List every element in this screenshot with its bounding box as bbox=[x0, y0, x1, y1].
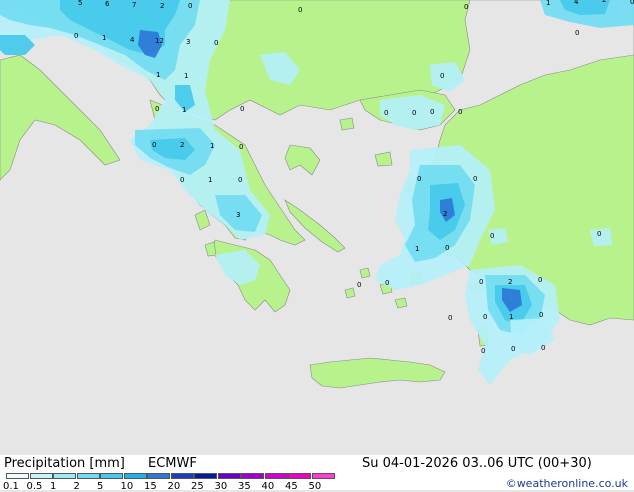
colorbar-tick-label: 35 bbox=[238, 481, 251, 492]
value-label: 0 bbox=[575, 29, 579, 37]
value-label: 0 bbox=[180, 176, 184, 184]
colorbar-tick-label: 1 bbox=[50, 481, 57, 492]
value-label: 0 bbox=[464, 3, 468, 11]
value-label: 0 bbox=[597, 230, 601, 238]
value-label: 0 bbox=[384, 109, 388, 117]
colorbar-swatch bbox=[311, 473, 335, 479]
value-label: 0 bbox=[152, 141, 156, 149]
value-label: 4 bbox=[574, 0, 579, 6]
value-label: 0 bbox=[74, 32, 78, 40]
colorbar-swatch bbox=[264, 473, 288, 479]
colorbar-swatch bbox=[53, 473, 76, 479]
precipitation-map: 5 6 7 2 0 0 0 1 4 2 0 0 1 4 12 3 0 1 1 0… bbox=[0, 0, 634, 455]
colorbar-tick-label: 15 bbox=[144, 481, 157, 492]
colorbar-swatch bbox=[217, 473, 241, 479]
value-label: 0 bbox=[445, 244, 449, 252]
colorbar-swatch bbox=[288, 473, 311, 479]
value-label: 2 bbox=[508, 278, 512, 286]
value-label: 1 bbox=[182, 106, 186, 114]
value-label: 4 bbox=[130, 36, 135, 44]
value-label: 0 bbox=[239, 143, 243, 151]
colorbar-swatch bbox=[76, 473, 100, 479]
colorbar-swatch bbox=[170, 473, 194, 479]
value-label: 0 bbox=[214, 39, 218, 47]
value-label: 0 bbox=[430, 108, 434, 116]
colorbar-tick-label: 30 bbox=[214, 481, 228, 492]
colorbar-swatch bbox=[147, 473, 170, 479]
value-label: 12 bbox=[155, 37, 164, 45]
colorbar-swatch bbox=[29, 473, 53, 479]
land-cyclades-1 bbox=[359, 267, 371, 279]
value-label: 0 bbox=[458, 108, 462, 116]
value-label: 0 bbox=[238, 176, 242, 184]
value-label: 1 bbox=[184, 72, 188, 80]
value-label: 0 bbox=[479, 278, 483, 286]
value-label: 2 bbox=[443, 210, 447, 218]
value-label: 0 bbox=[541, 344, 545, 352]
value-label: 1 bbox=[102, 34, 106, 42]
land-thasos bbox=[339, 117, 355, 131]
value-label: 0 bbox=[483, 313, 487, 321]
value-label: 0 bbox=[385, 279, 389, 287]
value-label: 6 bbox=[105, 0, 110, 8]
colorbar-tick-label: 5 bbox=[97, 481, 104, 492]
value-label: 0 bbox=[240, 105, 244, 113]
colorbar-swatch bbox=[194, 473, 217, 479]
value-label: 0 bbox=[473, 175, 477, 183]
value-label: 0 bbox=[357, 281, 361, 289]
forecast-datetime: Su 04-01-2026 03..06 UTC (00+30) bbox=[362, 456, 592, 471]
value-label: 1 bbox=[156, 71, 160, 79]
colorbar-swatch bbox=[241, 473, 264, 479]
value-label: 0 bbox=[448, 314, 452, 322]
colorbar-tick-label: 40 bbox=[261, 481, 275, 492]
value-label: 0 bbox=[298, 6, 302, 14]
value-label: 0 bbox=[440, 72, 444, 80]
value-label: 0 bbox=[155, 105, 159, 113]
value-label: 0 bbox=[412, 109, 416, 117]
value-label: 5 bbox=[78, 0, 82, 7]
value-label: 0 bbox=[481, 347, 485, 355]
colorbar-tick-label: 0.1 bbox=[3, 481, 19, 492]
colorbar-tick-label: 0.5 bbox=[26, 481, 43, 492]
credit-link[interactable]: ©weatheronline.co.uk bbox=[506, 477, 628, 490]
colorbar-tick-label: 25 bbox=[191, 481, 204, 492]
map-canvas: 5 6 7 2 0 0 0 1 4 2 0 0 1 4 12 3 0 1 1 0… bbox=[0, 0, 634, 455]
colorbar-swatch bbox=[100, 473, 123, 479]
colorbar-tick-label: 2 bbox=[73, 481, 80, 492]
value-label: 2 bbox=[160, 2, 164, 10]
colorbar-tick-label: 10 bbox=[120, 481, 134, 492]
value-label: 7 bbox=[132, 1, 136, 9]
value-label: 0 bbox=[630, 0, 634, 6]
value-label: 0 bbox=[511, 345, 515, 353]
value-label: 1 bbox=[208, 176, 212, 184]
map-footer: Precipitation [mm] ECMWF Su 04-01-2026 0… bbox=[0, 455, 634, 492]
value-label: 0 bbox=[538, 276, 542, 284]
value-label: 2 bbox=[602, 0, 606, 4]
colorbar-tick-label: 50 bbox=[308, 481, 322, 492]
model-name: ECMWF bbox=[148, 456, 197, 471]
value-label: 0 bbox=[539, 311, 543, 319]
value-label: 3 bbox=[186, 38, 190, 46]
colorbar-swatch bbox=[6, 473, 29, 479]
value-label: 0 bbox=[417, 175, 421, 183]
colorbar-tick-label: 45 bbox=[285, 481, 298, 492]
title: Precipitation [mm] bbox=[4, 456, 125, 471]
colorbar-tick-label: 20 bbox=[167, 481, 181, 492]
value-label: 1 bbox=[509, 313, 513, 321]
value-label: 0 bbox=[188, 2, 192, 10]
value-label: 3 bbox=[236, 211, 240, 219]
colorbar-swatch bbox=[123, 473, 147, 479]
value-label: 1 bbox=[415, 245, 419, 253]
value-label: 1 bbox=[210, 142, 214, 150]
land-cyclades-4 bbox=[344, 287, 356, 299]
value-label: 1 bbox=[546, 0, 550, 7]
value-label: 0 bbox=[490, 232, 494, 240]
value-label: 2 bbox=[180, 141, 184, 149]
